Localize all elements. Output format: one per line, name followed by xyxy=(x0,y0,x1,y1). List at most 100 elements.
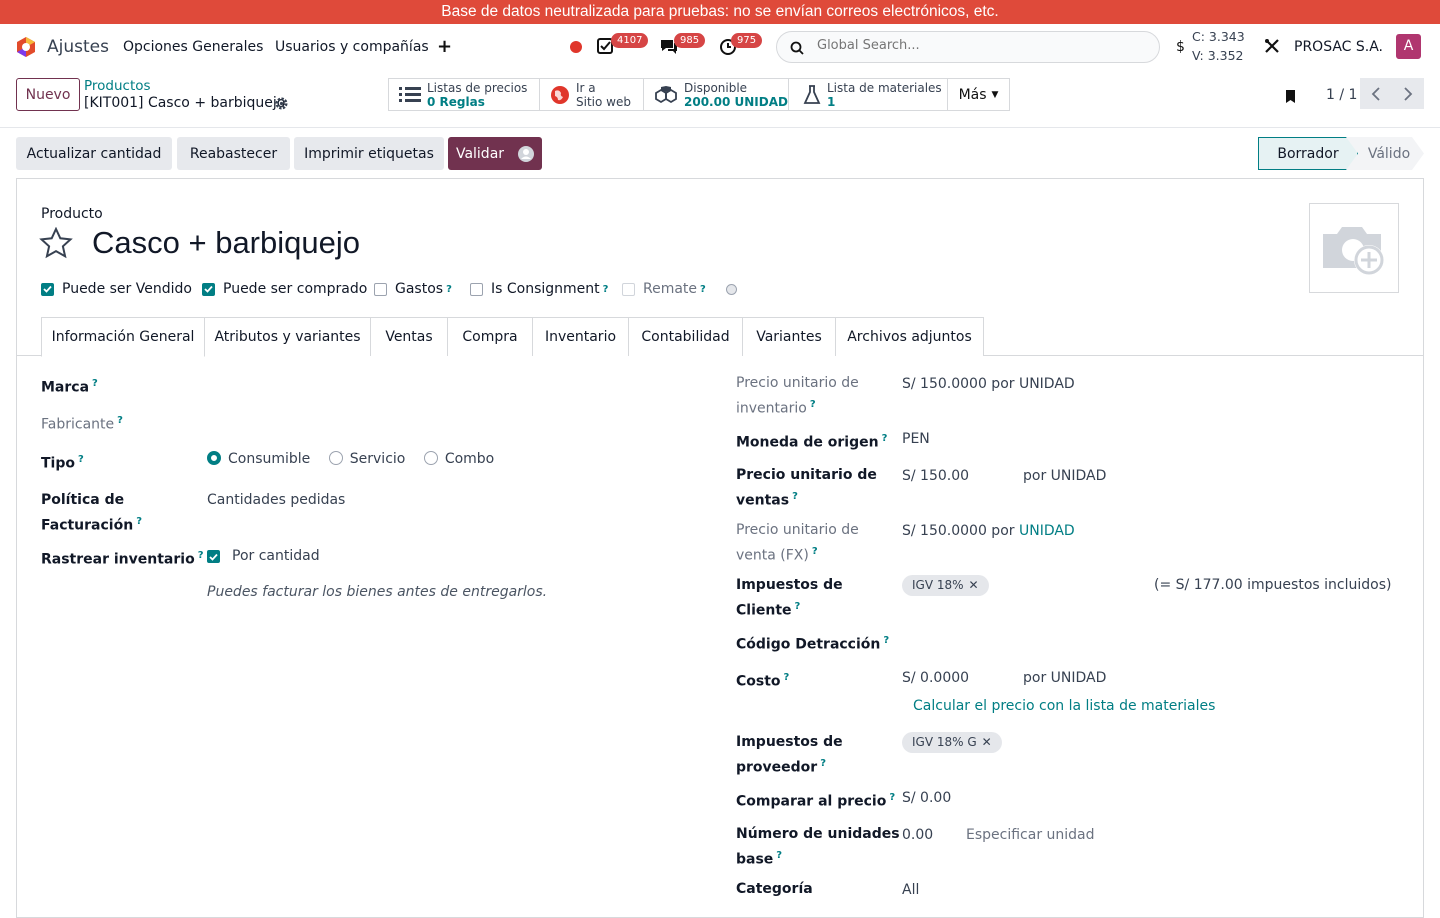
help-icon[interactable]: ? xyxy=(136,516,142,527)
replenish-button[interactable]: Reabastecer xyxy=(177,137,290,170)
tab-variantes[interactable]: Variantes xyxy=(742,317,836,356)
help-icon[interactable]: ? xyxy=(446,284,452,295)
help-icon[interactable]: ? xyxy=(882,433,888,444)
checkbox-label: Remate xyxy=(643,281,698,297)
close-icon[interactable]: ✕ xyxy=(982,735,992,749)
caret-down-icon: ▼ xyxy=(991,89,999,100)
gear-icon[interactable] xyxy=(275,97,288,110)
help-icon[interactable]: ? xyxy=(78,454,84,465)
company-switcher[interactable]: PROSAC S.A. xyxy=(1294,39,1383,55)
help-icon[interactable]: ? xyxy=(820,758,826,769)
field-label-precio-venta-fx: Precio unitario de venta (FX)? xyxy=(736,522,859,564)
radio-servicio[interactable]: Servicio xyxy=(328,451,405,467)
boxes-icon xyxy=(655,85,677,103)
print-labels-button[interactable]: Imprimir etiquetas xyxy=(294,137,444,170)
radio-icon xyxy=(423,451,438,465)
cost-unit: por UNIDAD xyxy=(1023,670,1107,686)
tab-compra[interactable]: Compra xyxy=(447,317,533,356)
global-search-box[interactable] xyxy=(776,31,1160,63)
vendor-tax-tag[interactable]: IGV 18% G ✕ xyxy=(902,732,1002,753)
odoo-app-logo-icon[interactable] xyxy=(15,36,37,58)
product-image-upload[interactable] xyxy=(1309,203,1399,293)
sale-price-input[interactable]: S/ 150.00 xyxy=(902,466,969,487)
category-value[interactable]: All xyxy=(902,880,919,901)
checkbox-sale-ok[interactable]: Puede ser Vendido xyxy=(41,281,192,297)
checkbox-remate[interactable]: Remate? xyxy=(622,281,737,297)
help-icon[interactable]: ? xyxy=(889,792,895,803)
help-icon[interactable]: ? xyxy=(812,546,818,557)
help-icon[interactable]: ? xyxy=(603,284,609,295)
checkbox-purchase-ok[interactable]: Puede ser comprado xyxy=(202,281,367,297)
plus-icon[interactable]: + xyxy=(437,36,452,57)
app-name[interactable]: Ajustes xyxy=(47,37,109,57)
pager-previous[interactable] xyxy=(1360,78,1392,109)
invoice-policy-value[interactable]: Cantidades pedidas xyxy=(207,490,345,511)
customer-tax-tag[interactable]: IGV 18% ✕ xyxy=(902,575,989,596)
tab-ventas[interactable]: Ventas xyxy=(370,317,448,356)
tab-atributos-variantes[interactable]: Atributos y variantes xyxy=(204,317,371,356)
menu-opciones-generales[interactable]: Opciones Generales xyxy=(123,39,263,55)
breadcrumb-parent[interactable]: Productos xyxy=(84,78,151,94)
product-name[interactable]: Casco + barbiquejo xyxy=(92,225,360,261)
smart-button-bom[interactable]: Lista de materiales 1 xyxy=(788,78,948,111)
help-icon[interactable]: ? xyxy=(883,635,889,646)
star-icon[interactable] xyxy=(39,227,73,259)
status-draft[interactable]: Borrador xyxy=(1258,137,1358,170)
radio-icon xyxy=(328,451,343,465)
help-icon[interactable]: ? xyxy=(776,850,782,861)
smart-button-on-hand[interactable]: Disponible 200.00 UNIDAD xyxy=(643,78,789,111)
recording-dot-icon[interactable] xyxy=(570,41,582,53)
smart-label: Listas de precios xyxy=(427,80,528,95)
tab-contabilidad[interactable]: Contabilidad xyxy=(628,317,743,356)
checkbox-expenses[interactable]: Gastos? xyxy=(374,281,452,297)
smart-label: Lista de materiales xyxy=(827,80,942,95)
smart-label: Disponible xyxy=(684,80,748,95)
menu-usuarios-companias[interactable]: Usuarios y compañías xyxy=(275,39,429,55)
help-icon[interactable]: ? xyxy=(117,415,123,426)
help-icon[interactable]: ? xyxy=(784,672,790,683)
debug-tools-icon[interactable] xyxy=(1264,38,1280,54)
bookmark-icon[interactable] xyxy=(1284,88,1298,104)
help-icon[interactable]: ? xyxy=(810,399,816,410)
more-dropdown[interactable]: Más ▼ xyxy=(947,78,1010,111)
help-icon[interactable]: ? xyxy=(700,284,706,295)
help-icon[interactable]: ? xyxy=(792,491,798,502)
uom-link[interactable]: UNIDAD xyxy=(1019,523,1075,539)
compute-price-from-bom-link[interactable]: Calcular el precio con la lista de mater… xyxy=(913,698,1215,714)
track-inventory-checkbox[interactable]: Por cantidad xyxy=(207,546,320,567)
tab-informacion-general[interactable]: Información General xyxy=(41,317,205,357)
new-button[interactable]: Nuevo xyxy=(16,78,80,111)
help-icon[interactable]: ? xyxy=(92,378,98,389)
field-label-politica-facturacion: Política de Facturación? xyxy=(41,492,142,534)
field-label-codigo-detraccion: Código Detracción? xyxy=(736,635,890,653)
cost-input[interactable]: S/ 0.0000 xyxy=(902,668,969,689)
close-icon[interactable]: ✕ xyxy=(969,578,979,592)
inventory-unit-price-value: S/ 150.0000 por UNIDAD xyxy=(902,376,1075,392)
update-quantity-button[interactable]: Actualizar cantidad xyxy=(16,137,172,170)
base-unit-select[interactable]: Especificar unidad xyxy=(966,825,1095,846)
smart-value: 0 Reglas xyxy=(427,94,485,109)
tab-inventario[interactable]: Inventario xyxy=(532,317,629,356)
checkbox-consignment[interactable]: Is Consignment? xyxy=(470,281,608,297)
breadcrumb-current: [KIT001] Casco + barbiquejo xyxy=(84,95,286,111)
tab-archivos-adjuntos[interactable]: Archivos adjuntos xyxy=(835,317,984,356)
pager-next[interactable] xyxy=(1392,78,1424,109)
pager-value[interactable]: 1 / 1 xyxy=(1326,87,1357,103)
user-avatar[interactable]: A xyxy=(1396,34,1421,59)
radio-consumible[interactable]: Consumible xyxy=(207,451,310,467)
notebook-tabs: Información General Atributos y variante… xyxy=(17,317,1423,357)
smart-button-website[interactable]: Ir a Sitio web xyxy=(539,78,644,111)
validate-button[interactable]: Validar xyxy=(448,137,542,170)
globe-icon xyxy=(551,85,569,104)
base-units-input[interactable]: 0.00 xyxy=(902,825,933,846)
sale-price-fx-value: S/ 150.0000 por UNIDAD xyxy=(902,523,1075,539)
currency-value[interactable]: PEN xyxy=(902,429,930,450)
radio-combo[interactable]: Combo xyxy=(423,451,494,467)
control-panel: Nuevo Productos [KIT001] Casco + barbiqu… xyxy=(0,70,1440,128)
help-icon[interactable]: ? xyxy=(795,601,801,612)
help-icon[interactable]: ? xyxy=(198,550,204,561)
field-label-precio-inventario: Precio unitario de inventario? xyxy=(736,375,859,417)
compare-price-input[interactable]: S/ 0.00 xyxy=(902,788,951,809)
global-search-input[interactable] xyxy=(817,38,1137,53)
smart-button-pricelists[interactable]: Listas de precios 0 Reglas xyxy=(388,78,540,111)
